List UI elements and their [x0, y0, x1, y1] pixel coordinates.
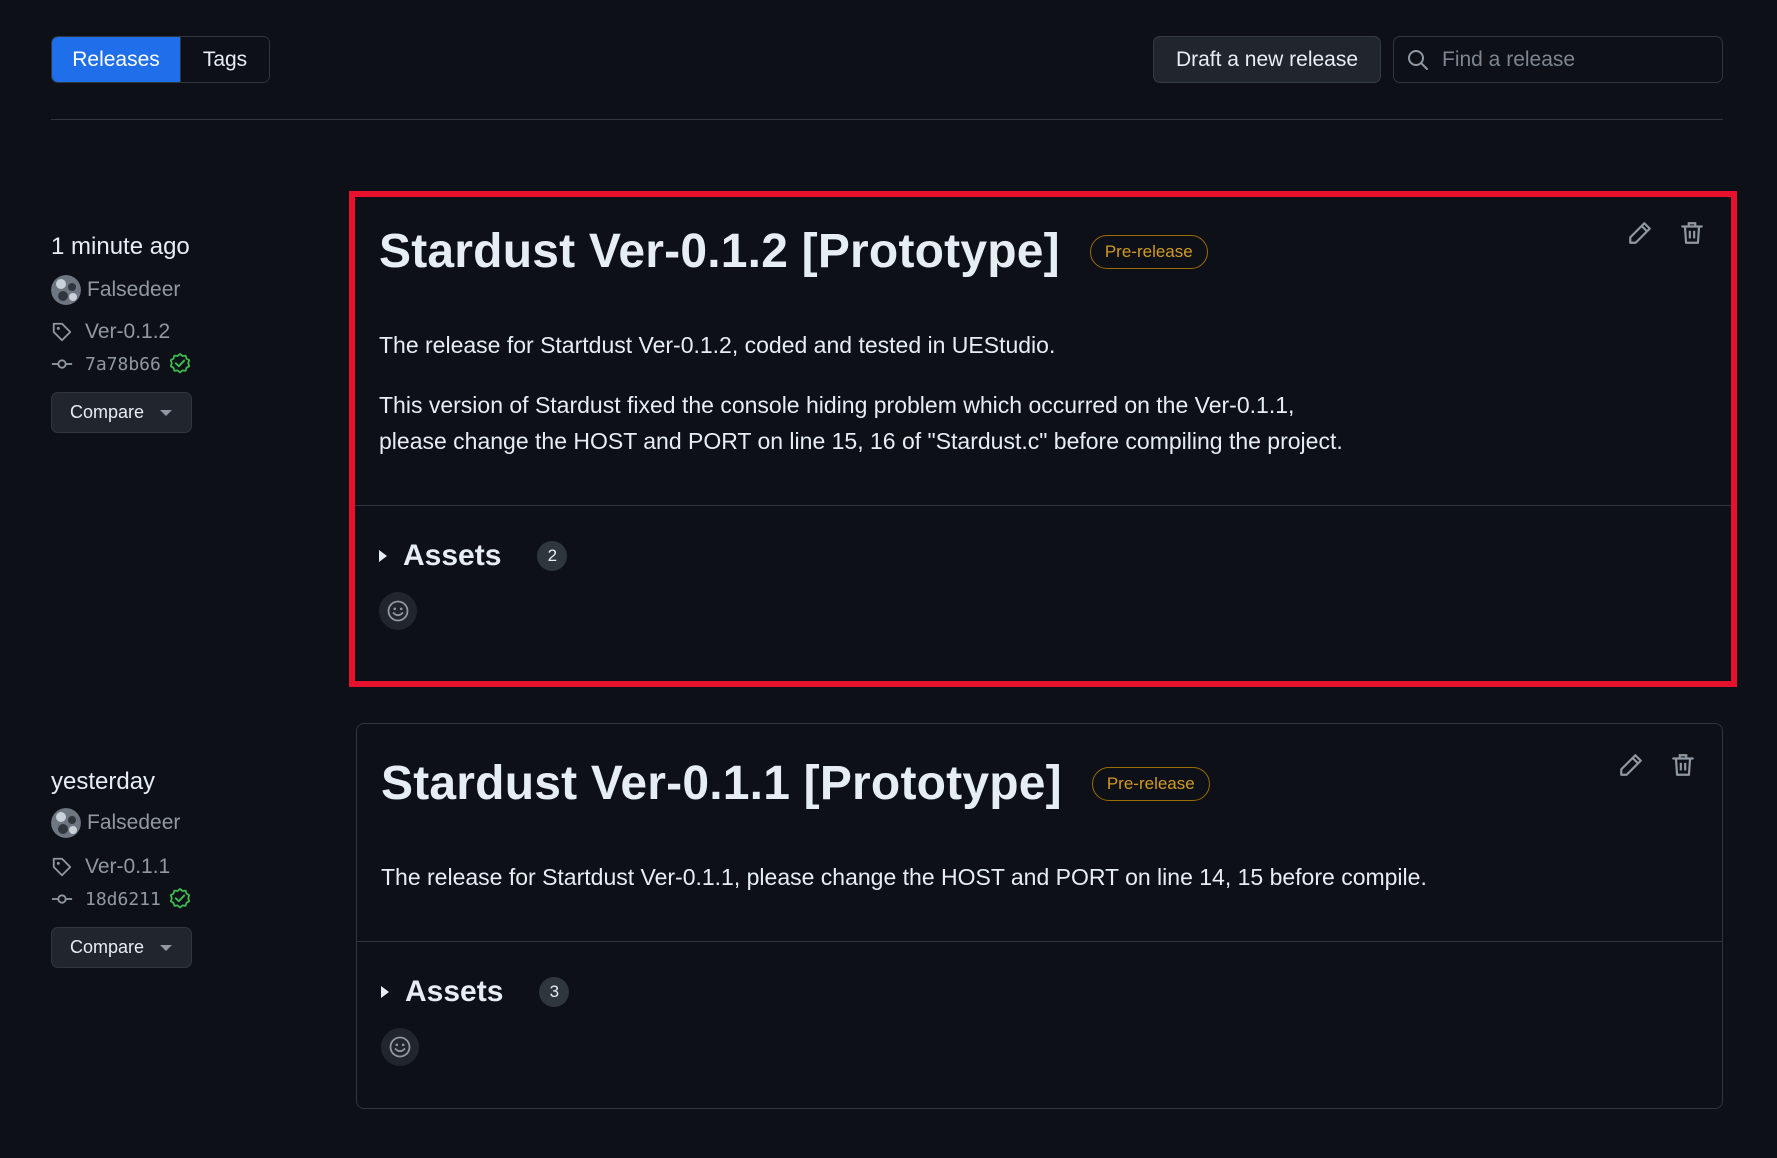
release-time: 1 minute ago	[51, 233, 190, 260]
release-tag-link[interactable]: Ver-0.1.1	[51, 851, 311, 883]
avatar	[51, 808, 81, 838]
assets-toggle[interactable]: Assets 2	[355, 506, 1731, 606]
tag-icon	[52, 857, 72, 877]
release-header: Stardust Ver-0.1.1 [Prototype] Pre-relea…	[357, 724, 1722, 895]
avatar	[51, 275, 81, 305]
tag-name: Ver-0.1.2	[85, 320, 171, 343]
release-card: Stardust Ver-0.1.1 [Prototype] Pre-relea…	[356, 723, 1723, 1109]
release-card: Stardust Ver-0.1.2 [Prototype] Pre-relea…	[349, 191, 1737, 687]
release-header: Stardust Ver-0.1.2 [Prototype] Pre-relea…	[355, 197, 1731, 459]
pre-release-badge: Pre-release	[1089, 234, 1208, 269]
compare-button[interactable]: Compare	[51, 927, 192, 968]
verified-check-icon	[169, 353, 190, 374]
release-author[interactable]: Falsedeer	[51, 274, 311, 306]
release-meta: 1 minute ago Falsedeer Ver-0.1.2 7a78b66…	[51, 230, 311, 433]
pencil-icon[interactable]	[1618, 752, 1644, 778]
pencil-icon[interactable]	[1627, 220, 1653, 246]
release-notes-line: This version of Stardust fixed the conso…	[379, 392, 1295, 418]
assets-count: 2	[537, 541, 568, 571]
trash-icon[interactable]	[1679, 220, 1705, 246]
commit-icon	[51, 359, 73, 369]
compare-label: Compare	[70, 937, 145, 957]
release-notes: The release for Startdust Ver-0.1.1, ple…	[381, 859, 1698, 895]
search-icon	[1408, 49, 1428, 70]
release-notes: The release for Startdust Ver-0.1.2, cod…	[379, 327, 1707, 459]
compare-label: Compare	[70, 402, 145, 422]
caret-down-icon	[160, 944, 173, 951]
assets-count: 3	[539, 977, 570, 1007]
assets-toggle[interactable]: Assets 3	[357, 942, 1722, 1042]
release-meta: yesterday Falsedeer Ver-0.1.1 18d6211 Co…	[51, 765, 311, 968]
pre-release-badge: Pre-release	[1091, 766, 1210, 801]
draft-new-release-button[interactable]: Draft a new release	[1153, 36, 1381, 83]
assets-label[interactable]: Assets	[405, 975, 503, 1009]
release-commit-link[interactable]: 18d6211	[51, 883, 311, 915]
author-name: Falsedeer	[87, 278, 181, 301]
caret-down-icon	[160, 409, 173, 416]
release-notes-line: please change the HOST and PORT on line …	[379, 428, 1343, 454]
find-release-search[interactable]	[1393, 36, 1723, 83]
tab-releases[interactable]: Releases	[52, 37, 180, 82]
release-notes-line: The release for Startdust Ver-0.1.2, cod…	[379, 332, 1056, 358]
releases-tags-toggle: Releases Tags	[51, 36, 270, 83]
verified-check-icon	[169, 888, 190, 909]
expand-caret-icon[interactable]	[381, 986, 389, 998]
release-notes-line: The release for Startdust Ver-0.1.1, ple…	[381, 864, 1427, 890]
release-tag-link[interactable]: Ver-0.1.2	[51, 316, 311, 348]
expand-caret-icon[interactable]	[379, 550, 387, 562]
toolbar-divider	[51, 119, 1723, 120]
release-commit-link[interactable]: 7a78b66	[51, 348, 311, 380]
tab-tags[interactable]: Tags	[180, 37, 269, 82]
commit-sha: 7a78b66	[85, 353, 161, 375]
tag-icon	[52, 322, 72, 342]
search-input[interactable]	[1442, 47, 1712, 72]
releases-page: Releases Tags Draft a new release 1 minu…	[0, 0, 1777, 1158]
release-title[interactable]: Stardust Ver-0.1.1 [Prototype]	[381, 756, 1062, 811]
add-reaction-button[interactable]	[379, 592, 417, 630]
assets-label[interactable]: Assets	[403, 539, 501, 573]
compare-button[interactable]: Compare	[51, 392, 192, 433]
commit-sha: 18d6211	[85, 888, 161, 910]
smiley-icon	[387, 600, 409, 622]
author-name: Falsedeer	[87, 811, 181, 834]
commit-icon	[51, 894, 73, 904]
releases-toolbar: Releases Tags Draft a new release	[51, 36, 1723, 83]
release-time: yesterday	[51, 768, 156, 795]
tag-name: Ver-0.1.1	[85, 855, 171, 878]
release-title[interactable]: Stardust Ver-0.1.2 [Prototype]	[379, 224, 1060, 279]
add-reaction-button[interactable]	[381, 1028, 419, 1066]
trash-icon[interactable]	[1670, 752, 1696, 778]
release-author[interactable]: Falsedeer	[51, 807, 311, 839]
smiley-icon	[389, 1036, 411, 1058]
